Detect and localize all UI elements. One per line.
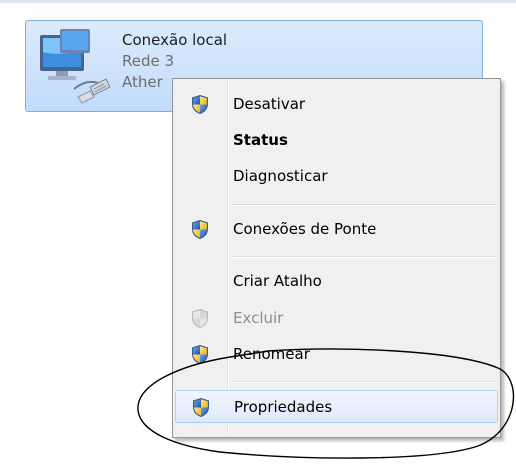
menu-item-excluir: Excluir [175, 302, 498, 335]
adapter-name: Conexão local [122, 31, 228, 49]
window-top-border [0, 0, 516, 3]
menu-separator [231, 381, 496, 383]
menu-item-label: Excluir [233, 309, 284, 327]
menu-item-label: Criar Atalho [233, 272, 322, 290]
menu-item-desativar[interactable]: Desativar [175, 88, 498, 121]
uac-shield-disabled-icon [190, 308, 210, 329]
menu-item-criar-atalho[interactable]: Criar Atalho [175, 265, 498, 298]
menu-separator [231, 256, 496, 258]
menu-item-label: Conexões de Ponte [233, 220, 377, 238]
context-menu: Desativar Status Diagnosticar Conexões d… [172, 78, 501, 438]
network-adapter-icon [40, 29, 111, 104]
menu-item-label: Desativar [233, 95, 306, 113]
menu-item-propriedades[interactable]: Propriedades [175, 390, 498, 423]
menu-item-label: Status [233, 131, 288, 149]
menu-item-label: Renomear [233, 345, 310, 363]
adapter-network: Rede 3 [122, 52, 175, 70]
menu-item-label: Diagnosticar [233, 167, 328, 185]
uac-shield-icon [190, 344, 210, 365]
menu-item-diagnosticar[interactable]: Diagnosticar [175, 160, 498, 193]
menu-item-conexoes-de-ponte[interactable]: Conexões de Ponte [175, 213, 498, 246]
uac-shield-icon [191, 397, 211, 418]
menu-item-renomear[interactable]: Renomear [175, 338, 498, 371]
uac-shield-icon [190, 219, 210, 240]
menu-item-label: Propriedades [234, 398, 333, 416]
uac-shield-icon [190, 94, 210, 115]
menu-separator [231, 204, 496, 206]
menu-item-status[interactable]: Status [175, 124, 498, 157]
